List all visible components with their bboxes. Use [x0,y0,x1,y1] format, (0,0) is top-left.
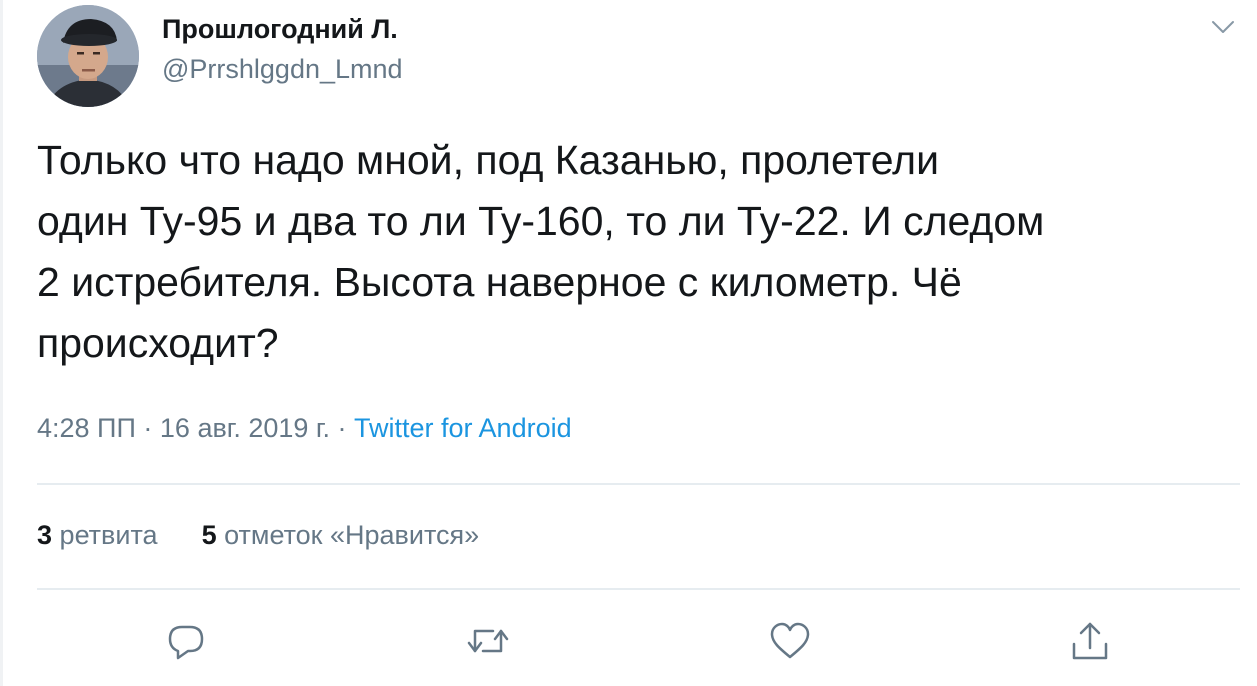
avatar-image [37,5,139,107]
tweet-date[interactable]: 16 авг. 2019 г. [160,413,330,443]
tweet-stats: 3 ретвита 5 отметок «Нравится» [37,520,479,551]
tweet-text: Только что надо мной, под Казанью, проле… [37,137,1045,366]
divider [37,588,1240,590]
reply-button[interactable] [163,618,209,664]
share-button[interactable] [1067,618,1113,664]
likes-label: отметок «Нравится» [224,520,480,550]
meta-separator: · [337,413,347,443]
heart-icon [770,622,810,659]
likes-count: 5 [201,520,217,550]
avatar[interactable] [37,5,139,107]
meta-separator: · [143,413,153,443]
retweet-button[interactable] [465,618,511,664]
author-handle[interactable]: @Prrshlggdn_Lmnd [162,54,403,85]
share-icon [1072,622,1108,660]
likes-stat[interactable]: 5 отметок «Нравится» [202,520,480,551]
tweet-meta: 4:28 ПП · 16 авг. 2019 г. · Twitter for … [37,413,572,444]
like-button[interactable] [767,618,813,664]
retweets-label: ретвита [59,520,158,550]
tweet-source-link[interactable]: Twitter for Android [354,413,572,443]
divider [37,483,1240,485]
author-display-name[interactable]: Прошлогодний Л. [162,14,398,45]
reply-icon [168,625,204,660]
retweets-count: 3 [37,520,53,550]
tweet-time[interactable]: 4:28 ПП [37,413,136,443]
retweets-stat[interactable]: 3 ретвита [37,520,158,551]
edge-divider [0,0,3,686]
chevron-down-icon[interactable] [1206,12,1240,42]
retweet-icon [467,629,509,653]
